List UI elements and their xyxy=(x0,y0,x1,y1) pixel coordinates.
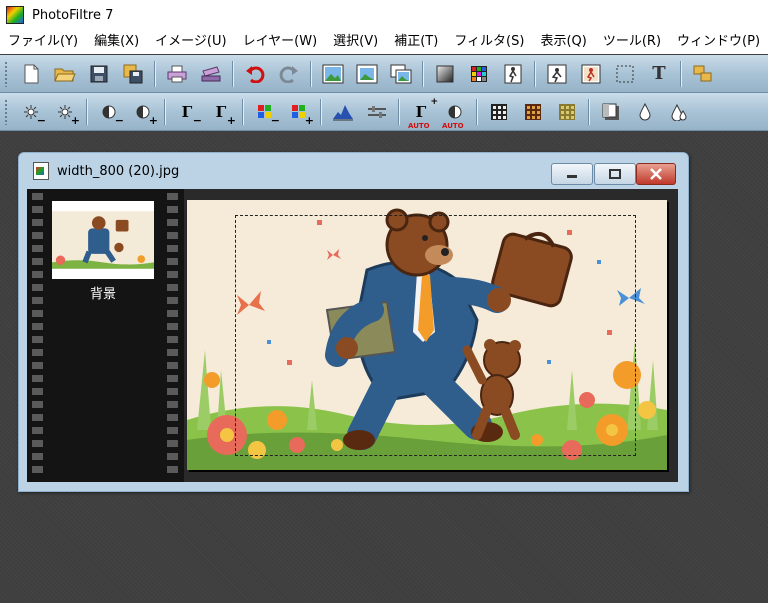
redo-icon[interactable] xyxy=(278,63,300,85)
soften-icon[interactable] xyxy=(634,101,656,123)
menu-edit[interactable]: 編集(X) xyxy=(86,30,147,54)
menu-layer[interactable]: レイヤー(W) xyxy=(235,30,326,54)
main-toolbar: T xyxy=(0,55,768,93)
auto-contrast-icon[interactable]: AUTO xyxy=(442,101,466,130)
brightness-minus-icon[interactable]: − xyxy=(20,101,46,127)
toolbar-separator xyxy=(534,60,536,87)
close-button[interactable] xyxy=(636,163,676,185)
layer-name: 背景 xyxy=(89,287,116,302)
text-icon[interactable]: T xyxy=(648,63,670,85)
scanner-icon[interactable] xyxy=(200,63,222,85)
menu-file[interactable]: ファイル(Y) xyxy=(0,30,86,54)
color-palette-icon[interactable] xyxy=(468,63,490,85)
saturation-plus-icon[interactable]: + xyxy=(288,101,314,127)
toolbar-grip[interactable] xyxy=(4,60,8,87)
mosaic-icon[interactable] xyxy=(522,101,544,123)
crop-selection-icon[interactable] xyxy=(614,63,636,85)
gamma-symbol: Γ xyxy=(215,102,227,121)
gamma-minus-icon[interactable]: Γ − xyxy=(176,101,202,127)
film-perforations xyxy=(167,193,178,479)
app-title-bar: PhotoFiltre 7 xyxy=(0,0,768,30)
toolbar-separator xyxy=(232,60,234,87)
toolbar-separator xyxy=(310,60,312,87)
undo-icon[interactable] xyxy=(244,63,266,85)
shadow-icon[interactable] xyxy=(600,101,622,123)
menu-view[interactable]: 表示(Q) xyxy=(532,30,594,54)
minimize-button[interactable] xyxy=(551,163,593,185)
new-file-icon[interactable] xyxy=(20,63,42,85)
explorer-icon[interactable] xyxy=(692,63,714,85)
contrast-plus-icon[interactable]: + xyxy=(132,101,158,127)
menu-bar: ファイル(Y) 編集(X) イメージ(U) レイヤー(W) 選択(V) 補正(T… xyxy=(0,30,768,54)
selection-marquee[interactable] xyxy=(235,215,636,456)
sharpen-icon[interactable] xyxy=(668,101,690,123)
toolbar-separator xyxy=(588,98,590,125)
gamma-symbol: Γ xyxy=(415,102,427,121)
menu-tools[interactable]: ツール(R) xyxy=(595,30,669,54)
auto-levels-icon[interactable]: Γ + AUTO xyxy=(408,97,438,130)
menu-selection[interactable]: 選択(V) xyxy=(325,30,386,54)
contrast-minus-icon[interactable]: − xyxy=(98,101,124,127)
histogram-icon[interactable] xyxy=(332,101,354,123)
toolbar-separator xyxy=(320,98,322,125)
save-icon[interactable] xyxy=(88,63,110,85)
layer-strip: 背景 xyxy=(27,189,184,482)
auto-label: AUTO xyxy=(408,121,430,130)
grayscale-icon[interactable] xyxy=(434,63,456,85)
duplicate-image-icon[interactable] xyxy=(390,63,412,85)
toolbar-separator xyxy=(398,98,400,125)
emboss-icon[interactable] xyxy=(556,101,578,123)
maximize-button[interactable] xyxy=(594,163,636,185)
document-body: 背景 xyxy=(27,189,678,482)
toolbar-separator xyxy=(422,60,424,87)
image-size-icon[interactable] xyxy=(322,63,344,85)
gamma-symbol: Γ xyxy=(181,102,193,121)
photofiltre-logo-icon xyxy=(6,6,24,24)
print-icon[interactable] xyxy=(166,63,188,85)
canvas-size-icon[interactable] xyxy=(356,63,378,85)
dither-icon[interactable] xyxy=(488,101,510,123)
saturation-minus-icon[interactable]: − xyxy=(254,101,280,127)
image-canvas[interactable] xyxy=(187,200,667,470)
document-title: width_800 (20).jpg xyxy=(57,163,180,179)
app-title: PhotoFiltre 7 xyxy=(32,7,114,23)
open-folder-icon[interactable] xyxy=(54,63,76,85)
toolbar-separator xyxy=(680,60,682,87)
menu-filter[interactable]: フィルタ(S) xyxy=(446,30,532,54)
menu-image[interactable]: イメージ(U) xyxy=(147,30,234,54)
layer-thumbnail[interactable] xyxy=(52,201,154,279)
adjust-toolbar: − + − + Γ − Γ + − + Γ + AUTO AUTO xyxy=(0,93,768,131)
image-file-icon xyxy=(33,162,49,180)
toolbar-grip[interactable] xyxy=(4,98,8,125)
gamma-plus-icon[interactable]: Γ + xyxy=(210,101,236,127)
menu-adjust[interactable]: 補正(T) xyxy=(386,30,446,54)
document-window: width_800 (20).jpg 背景 xyxy=(18,152,689,492)
auto-label: AUTO xyxy=(442,121,464,130)
save-as-icon[interactable] xyxy=(122,63,144,85)
brightness-plus-icon[interactable]: + xyxy=(54,101,80,127)
fit-window-icon[interactable] xyxy=(546,63,568,85)
toolbar-separator xyxy=(476,98,478,125)
toolbar-separator xyxy=(242,98,244,125)
transparency-icon[interactable] xyxy=(502,63,524,85)
toolbar-separator xyxy=(86,98,88,125)
toolbar-separator xyxy=(154,60,156,87)
full-screen-icon[interactable] xyxy=(580,63,602,85)
menu-window[interactable]: ウィンドウ(P) xyxy=(669,30,768,54)
film-perforations xyxy=(32,193,43,479)
toolbar-separator xyxy=(164,98,166,125)
levels-icon[interactable] xyxy=(366,101,388,123)
